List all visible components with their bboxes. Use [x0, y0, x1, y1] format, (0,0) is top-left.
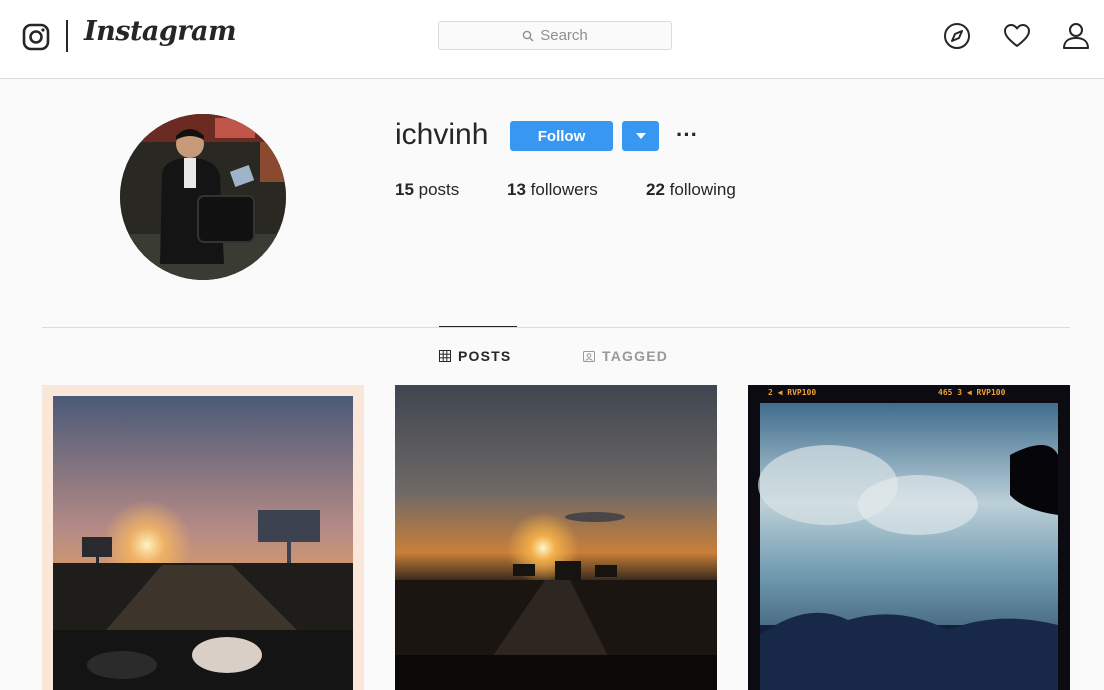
following-label: following — [664, 180, 736, 199]
post-thumbnail-2[interactable] — [395, 385, 717, 690]
tab-tagged-label: TAGGED — [602, 348, 669, 364]
nav-separator — [66, 20, 68, 52]
suggested-dropdown-button[interactable] — [622, 121, 659, 151]
search-placeholder: Search — [540, 27, 588, 44]
instagram-wordmark[interactable]: Instagram — [84, 16, 237, 47]
posts-stat[interactable]: 15 posts — [395, 180, 459, 200]
profile-person-icon[interactable] — [1062, 22, 1090, 50]
film-frame-label-left: 2 ◀ RVP100 — [768, 388, 816, 397]
more-options-button[interactable]: ··· — [674, 122, 700, 148]
triangle-down-icon — [635, 132, 646, 139]
tab-tagged[interactable]: TAGGED — [583, 348, 668, 364]
post-thumbnail-1[interactable] — [42, 385, 364, 690]
posts-count: 15 — [395, 180, 414, 199]
profile-avatar[interactable] — [120, 114, 286, 280]
search-input[interactable]: Search — [438, 21, 672, 50]
top-nav: Instagram Search — [0, 0, 1104, 79]
active-tab-indicator — [439, 326, 517, 327]
tab-posts-label: POSTS — [458, 348, 512, 364]
tag-portrait-icon — [583, 351, 595, 362]
tabs-divider — [42, 327, 1070, 328]
grid-icon — [439, 350, 451, 362]
posts-label: posts — [413, 180, 460, 199]
explore-compass-icon[interactable] — [943, 22, 971, 50]
tab-posts[interactable]: POSTS — [439, 348, 511, 364]
following-count: 22 — [646, 180, 665, 199]
following-stat[interactable]: 22 following — [646, 180, 736, 200]
profile-username: ichvinh — [395, 118, 489, 151]
activity-heart-icon[interactable] — [1003, 22, 1031, 50]
instagram-glyph-icon[interactable] — [22, 23, 50, 51]
post-thumbnail-3[interactable]: 2 ◀ RVP100 465 3 ◀ RVP100 — [748, 385, 1070, 690]
search-icon — [522, 30, 534, 41]
film-frame-label-right: 465 3 ◀ RVP100 — [938, 388, 1006, 397]
followers-stat[interactable]: 13 followers — [507, 180, 598, 200]
follow-button[interactable]: Follow — [510, 121, 613, 151]
followers-count: 13 — [507, 180, 526, 199]
followers-label: followers — [525, 180, 598, 199]
